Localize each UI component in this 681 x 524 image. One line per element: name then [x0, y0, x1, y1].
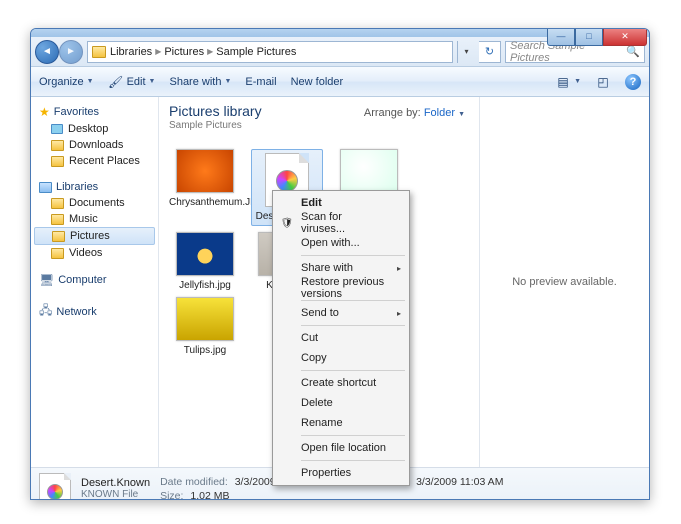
view-options-button[interactable]: ▤▼ — [555, 74, 581, 90]
help-icon: ? — [625, 74, 641, 90]
folder-icon — [51, 156, 64, 167]
email-button[interactable]: E-mail — [245, 76, 276, 88]
file-label: Chrysanthemum.JPG — [169, 197, 241, 208]
desktop-icon — [51, 124, 63, 134]
ctx-rename[interactable]: Rename — [275, 413, 407, 433]
ctx-create-shortcut[interactable]: Create shortcut — [275, 373, 407, 393]
file-label: Jellyfish.jpg — [169, 280, 241, 291]
minimize-button[interactable]: — — [547, 28, 575, 46]
chevron-right-icon: ▶ — [152, 47, 164, 56]
context-menu: Edit 🛡Scan for viruses... Open with... S… — [272, 190, 410, 486]
sidebar-item-network[interactable]: 🖧Network — [31, 299, 158, 324]
edit-menu[interactable]: 🖌Edit▼ — [108, 74, 156, 90]
computer-icon: 🖥 — [39, 273, 54, 287]
folder-icon — [51, 214, 64, 225]
sidebar-item-videos[interactable]: Videos — [31, 245, 158, 261]
separator — [301, 255, 405, 256]
ctx-share-with[interactable]: Share with — [275, 258, 407, 278]
ctx-properties[interactable]: Properties — [275, 463, 407, 483]
sidebar-item-downloads[interactable]: Downloads — [31, 137, 158, 153]
sidebar-item-recent[interactable]: Recent Places — [31, 153, 158, 169]
libraries-group[interactable]: Libraries — [31, 179, 158, 195]
breadcrumb-item[interactable]: Libraries — [110, 46, 152, 58]
breadcrumb[interactable]: Libraries ▶ Pictures ▶ Sample Pictures — [87, 41, 453, 63]
breadcrumb-item[interactable]: Pictures — [164, 46, 204, 58]
sidebar-item-computer[interactable]: 🖥Computer — [31, 271, 158, 289]
image-thumbnail — [176, 297, 234, 341]
shield-icon: 🛡 — [280, 216, 294, 230]
file-item[interactable]: Tulips.jpg — [169, 297, 241, 356]
search-icon: 🔍 — [626, 45, 640, 58]
file-type-icon — [39, 473, 71, 501]
separator — [301, 300, 405, 301]
image-thumbnail — [176, 232, 234, 276]
command-bar: Organize▼ 🖌Edit▼ Share with▼ E-mail New … — [31, 67, 649, 97]
refresh-button[interactable]: ↻ — [479, 41, 501, 63]
image-thumbnail — [176, 149, 234, 193]
paint-icon: 🖌 — [108, 74, 124, 90]
file-label: Tulips.jpg — [169, 345, 241, 356]
folder-icon — [92, 46, 106, 58]
library-subtitle: Sample Pictures — [169, 120, 469, 131]
folder-icon — [52, 231, 65, 242]
new-folder-button[interactable]: New folder — [291, 76, 344, 88]
help-button[interactable]: ? — [625, 74, 641, 90]
ctx-edit[interactable]: Edit — [275, 193, 407, 213]
forward-button[interactable]: ► — [59, 40, 83, 64]
back-button[interactable]: ◄ — [35, 40, 59, 64]
close-button[interactable]: ✕ — [603, 28, 647, 46]
ctx-send-to[interactable]: Send to — [275, 303, 407, 323]
sidebar-item-pictures[interactable]: Pictures — [34, 227, 155, 245]
folder-icon — [51, 248, 64, 259]
breadcrumb-dropdown[interactable]: ▾ — [457, 41, 475, 63]
network-icon: 🖧 — [39, 301, 52, 322]
status-filetype: KNOWN File — [81, 489, 150, 500]
preview-pane-button[interactable]: ◰ — [595, 74, 611, 90]
favorites-group[interactable]: ★Favorites — [31, 103, 158, 121]
share-menu[interactable]: Share with▼ — [169, 76, 231, 88]
sidebar-item-desktop[interactable]: Desktop — [31, 121, 158, 137]
maximize-button[interactable]: □ — [575, 28, 603, 46]
file-item[interactable]: Jellyfish.jpg — [169, 232, 241, 291]
libraries-icon — [39, 182, 52, 193]
organize-menu[interactable]: Organize▼ — [39, 76, 94, 88]
arrange-by[interactable]: Arrange by: Folder ▼ — [364, 107, 465, 119]
file-item[interactable]: Chrysanthemum.JPG — [169, 149, 241, 226]
navigation-pane: ★Favorites Desktop Downloads Recent Plac… — [31, 97, 159, 467]
separator — [301, 370, 405, 371]
chevron-right-icon: ▶ — [204, 47, 216, 56]
sidebar-item-music[interactable]: Music — [31, 211, 158, 227]
preview-message: No preview available. — [512, 276, 617, 288]
ctx-restore-versions[interactable]: Restore previous versions — [275, 278, 407, 298]
separator — [301, 325, 405, 326]
preview-pane: No preview available. — [479, 97, 649, 467]
sidebar-item-documents[interactable]: Documents — [31, 195, 158, 211]
star-icon: ★ — [39, 105, 50, 119]
ctx-open-with[interactable]: Open with... — [275, 233, 407, 253]
ctx-delete[interactable]: Delete — [275, 393, 407, 413]
ctx-cut[interactable]: Cut — [275, 328, 407, 348]
ctx-open-location[interactable]: Open file location — [275, 438, 407, 458]
titlebar: — □ ✕ — [31, 29, 649, 37]
separator — [301, 460, 405, 461]
image-thumbnail — [340, 149, 398, 193]
status-filename: Desert.Known — [81, 477, 150, 489]
breadcrumb-item[interactable]: Sample Pictures — [216, 46, 296, 58]
folder-icon — [51, 140, 64, 151]
separator — [301, 435, 405, 436]
folder-icon — [51, 198, 64, 209]
ctx-copy[interactable]: Copy — [275, 348, 407, 368]
ctx-scan-viruses[interactable]: 🛡Scan for viruses... — [275, 213, 407, 233]
